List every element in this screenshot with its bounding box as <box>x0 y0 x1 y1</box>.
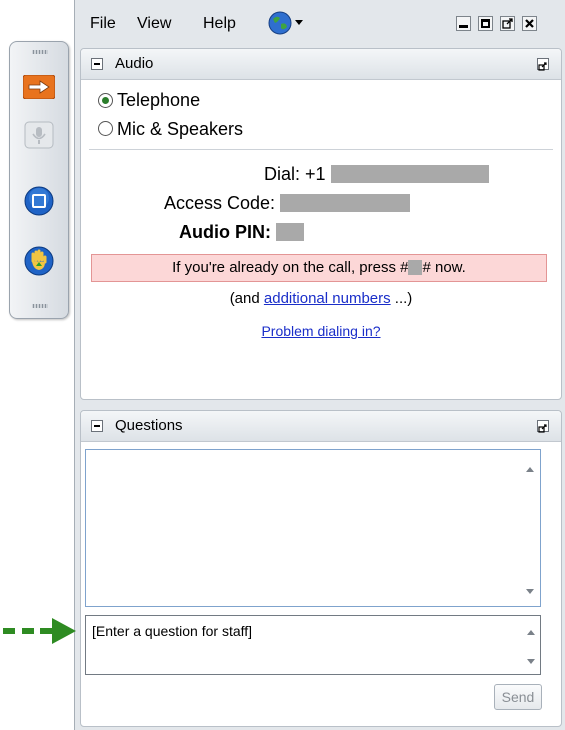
scroll-down-icon[interactable] <box>526 589 534 594</box>
menu-file[interactable]: File <box>90 15 116 33</box>
toolbar-grip-bottom[interactable] <box>32 304 48 308</box>
menu-bar: File View Help <box>75 0 565 44</box>
question-input[interactable]: [Enter a question for staff] <box>85 615 541 675</box>
dial-label: Dial: <box>264 164 301 184</box>
send-button[interactable]: Send <box>494 684 542 710</box>
popout-icon <box>538 424 547 433</box>
questions-panel-header: Questions <box>81 411 561 442</box>
redacted-access-code <box>280 194 411 212</box>
questions-panel-title: Questions <box>115 417 183 434</box>
globe-icon <box>268 11 292 35</box>
maximize-button[interactable] <box>478 16 493 31</box>
redacted-audio-pin <box>276 223 305 241</box>
redacted-pin <box>408 260 423 275</box>
questions-collapse-button[interactable] <box>91 420 103 432</box>
audio-panel-header: Audio <box>81 49 561 80</box>
raise-hand-icon <box>24 246 54 276</box>
language-menu[interactable] <box>268 11 318 35</box>
access-code-line: Access Code: <box>164 193 411 214</box>
telephone-label[interactable]: Telephone <box>117 90 200 111</box>
additional-numbers-line: (and additional numbers ...) <box>81 290 561 307</box>
scroll-down-icon[interactable] <box>527 659 535 664</box>
audio-panel-title: Audio <box>115 55 154 72</box>
audio-pin-line: Audio PIN: <box>179 222 305 243</box>
audio-popout-button[interactable] <box>537 58 549 71</box>
stop-icon <box>24 186 54 216</box>
toolbar-grip-top[interactable] <box>32 50 48 54</box>
maximize-icon <box>481 19 490 28</box>
problem-dialing-line: Problem dialing in? <box>81 323 561 339</box>
raise-hand-button[interactable] <box>22 244 56 278</box>
callout-arrow-icon <box>3 618 76 644</box>
audio-collapse-button[interactable] <box>91 58 103 70</box>
menu-help[interactable]: Help <box>203 15 236 33</box>
arrow-right-icon <box>23 75 55 99</box>
questions-list[interactable] <box>85 449 541 607</box>
questions-popout-button[interactable] <box>537 420 549 433</box>
close-button[interactable] <box>522 16 537 31</box>
telephone-radio[interactable] <box>98 93 113 108</box>
mic-speakers-label[interactable]: Mic & Speakers <box>117 119 243 140</box>
access-code-label: Access Code: <box>164 193 276 213</box>
additional-numbers-link[interactable]: additional numbers <box>264 290 391 307</box>
side-toolbar <box>9 41 69 319</box>
dial-number: +1 <box>305 164 326 184</box>
notice-text-start: If you're already on the call, press # <box>172 259 409 276</box>
additional-prefix: (and <box>229 290 264 307</box>
redacted-dial-number <box>330 165 489 183</box>
screen-share-button[interactable] <box>22 70 56 104</box>
audio-panel: Audio Telephone Mic & Speakers Dial: +1 … <box>80 48 562 400</box>
stop-button[interactable] <box>22 184 56 218</box>
microphone-icon <box>24 121 54 149</box>
dial-line: Dial: +1 <box>264 164 489 185</box>
popout-icon <box>538 62 547 71</box>
close-icon <box>525 19 534 28</box>
popout-window-button[interactable] <box>500 16 515 31</box>
audio-pin-label: Audio PIN: <box>179 222 271 242</box>
main-window: File View Help Audio Telephone Mic & Spe… <box>74 0 565 730</box>
questions-scrollbar[interactable] <box>520 450 540 606</box>
already-on-call-notice: If you're already on the call, press # # … <box>91 254 547 282</box>
problem-dialing-link[interactable]: Problem dialing in? <box>261 323 380 339</box>
menu-view[interactable]: View <box>137 15 171 33</box>
microphone-button[interactable] <box>22 118 56 152</box>
dropdown-arrow-icon <box>295 20 303 25</box>
divider <box>89 149 553 150</box>
additional-suffix: ...) <box>390 290 413 307</box>
minimize-icon <box>459 25 468 28</box>
notice-text-end: # now. <box>422 259 466 276</box>
input-scrollbar[interactable] <box>521 616 541 674</box>
scroll-up-icon[interactable] <box>527 630 535 635</box>
minimize-button[interactable] <box>456 16 471 31</box>
popout-icon <box>502 18 513 29</box>
mic-speakers-radio[interactable] <box>98 121 113 136</box>
scroll-up-icon[interactable] <box>526 467 534 472</box>
